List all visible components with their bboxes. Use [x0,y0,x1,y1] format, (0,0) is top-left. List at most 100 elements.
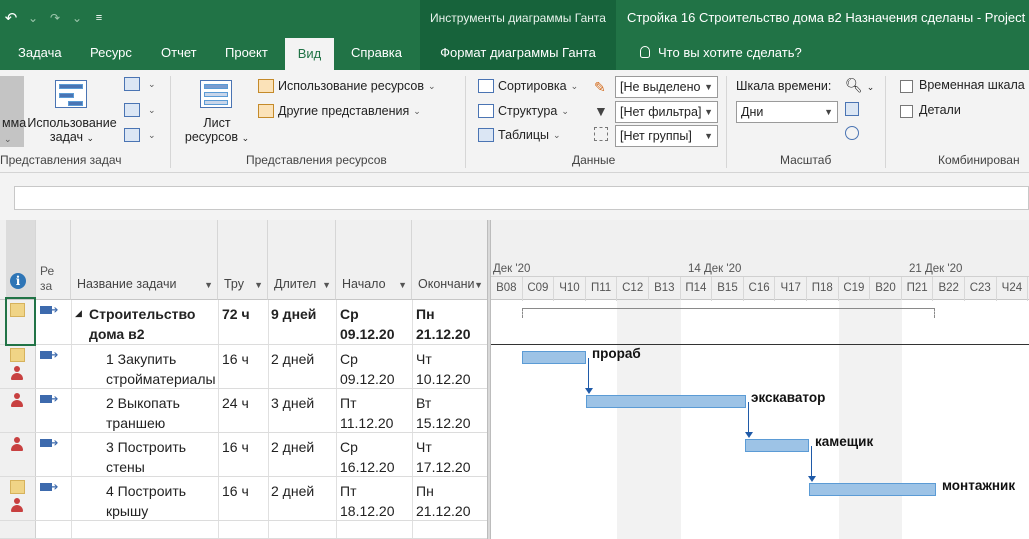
resource-usage-button[interactable]: Использование ресурсов ⌄ [258,79,436,93]
dependency-link[interactable] [748,402,749,434]
finish-cell[interactable]: Чт 17.12.20 [416,437,486,477]
timescale-label: Шкала времени: [736,79,832,93]
task-bar[interactable] [586,395,746,408]
tab-view[interactable]: Вид [285,38,334,70]
duration-cell[interactable]: 2 дней [271,437,335,457]
timescale: Дек '20 14 Дек '20 21 Дек '20 В08 С09 Ч10 П… [491,220,1029,301]
work-cell[interactable]: 16 ч [222,349,266,369]
filter-dropdown-icon[interactable]: ▼ [254,280,263,290]
task-bar[interactable] [522,351,586,364]
filter-select[interactable]: [Нет фильтра] ▼ [615,101,718,123]
ribbon-separator [465,76,466,168]
tables-button[interactable]: Таблицы ⌄ [478,128,561,142]
info-icon: i [10,273,26,289]
timeline-checkbox[interactable] [900,80,913,93]
tab-task[interactable]: Задача [8,36,72,70]
column-header-work[interactable]: Тру ▼ [218,220,268,300]
task-name-cell[interactable]: 4 Построить крышу [106,481,218,521]
finish-cell[interactable]: Пн 21.12.20 [416,304,486,344]
summary-bar[interactable] [522,308,935,318]
tell-me-box[interactable]: Что вы хотите сделать? [630,36,812,70]
filter-dropdown-icon[interactable]: ▼ [474,280,483,290]
column-header-task-name[interactable]: Название задачи ▼ [71,220,218,300]
duration-cell[interactable]: 2 дней [271,349,335,369]
redo-icon[interactable]: ↷ [44,11,66,25]
dependency-link[interactable] [811,446,812,478]
filter-icon: ▼ [594,103,608,119]
group-select[interactable]: [Нет группы] ▼ [615,125,718,147]
column-header-task-mode[interactable]: Ре за [36,220,71,300]
table-row[interactable]: ➔ 1 Закупить стройматериалы 16 ч 2 дней С… [0,345,488,389]
undo-dropdown-icon[interactable]: ⌄ [22,11,44,25]
customize-qat-icon[interactable]: ≡ [88,12,110,24]
filter-dropdown-icon[interactable]: ▼ [398,280,407,290]
work-cell[interactable]: 16 ч [222,437,266,457]
table-row-summary[interactable]: ➔ ◢ Строительство дома в2 72 ч 9 дней Ср 0… [0,300,488,345]
work-cell[interactable]: 16 ч [222,481,266,501]
start-cell[interactable]: Пт 11.12.20 [340,393,410,433]
tab-report[interactable]: Отчет [151,36,207,70]
day-label: П18 [807,277,839,301]
day-label: В08 [491,277,523,301]
task-name-cell[interactable]: 3 Построить стены [106,437,218,477]
other-resource-views-button[interactable]: Другие представления ⌄ [258,104,421,118]
sort-button[interactable]: Сортировка ⌄ [478,79,578,93]
filter-dropdown-icon[interactable]: ▼ [204,280,213,290]
undo-icon[interactable]: ↶ [0,9,22,27]
task-name-cell[interactable]: 1 Закупить стройматериалы [106,349,218,389]
column-header-finish[interactable]: Окончани ▼ [412,220,488,300]
gantt-tools-context-label: Инструменты диаграммы Ганта [420,0,616,36]
task-name-cell[interactable]: Строительство дома в2 [89,304,218,344]
table-row[interactable]: ➔ 2 Выкопать траншею 24 ч 3 дней Пт 11.12.… [0,389,488,433]
filter-dropdown-icon[interactable]: ▼ [322,280,331,290]
summary-divider [491,344,1029,345]
entire-project-icon[interactable] [845,102,859,116]
zoom-icon[interactable]: 🔍︎ ⌄ [845,77,874,94]
collapse-icon[interactable]: ◢ [75,308,82,319]
finish-cell[interactable]: Чт 10.12.20 [416,349,486,389]
resource-sheet-button[interactable]: Лист ресурсов ⌄ [178,116,256,144]
redo-dropdown-icon[interactable]: ⌄ [66,11,88,25]
timescale-select[interactable]: Дни ▼ [736,101,838,123]
duration-cell[interactable]: 2 дней [271,481,335,501]
outline-button[interactable]: Структура ⌄ [478,104,569,118]
tab-help[interactable]: Справка [341,36,412,70]
tab-resource[interactable]: Ресурс [80,36,142,70]
day-label: Ч24 [997,277,1029,301]
tab-gantt-format[interactable]: Формат диаграммы Ганта [420,36,616,70]
start-cell[interactable]: Ср 09.12.20 [340,304,410,344]
task-usage-button[interactable]: Использование задач ⌄ [26,116,118,144]
start-cell[interactable]: Ср 16.12.20 [340,437,410,477]
selected-tasks-icon[interactable] [845,126,859,140]
dependency-link[interactable] [588,358,589,390]
task-name-cell[interactable]: 2 Выкопать траншею [106,393,218,433]
duration-cell[interactable]: 3 дней [271,393,335,413]
table-row[interactable]: ➔ 4 Построить крышу 16 ч 2 дней Пт 18.12.2… [0,477,488,521]
finish-cell[interactable]: Вт 15.12.20 [416,393,486,433]
tab-project[interactable]: Проект [215,36,278,70]
calendar-view-button[interactable]: ⌄ [124,77,156,91]
details-checkbox[interactable] [900,105,913,118]
task-bar[interactable] [745,439,809,452]
start-cell[interactable]: Ср 09.12.20 [340,349,410,389]
day-label: С12 [617,277,649,301]
duration-cell[interactable]: 9 дней [271,304,335,324]
work-cell[interactable]: 72 ч [222,304,266,324]
column-header-start[interactable]: Начало ▼ [336,220,412,300]
gantt-dropdown-icon[interactable]: ⌄ [4,134,12,145]
table-row-empty[interactable] [0,521,488,539]
column-header-duration[interactable]: Длител ▼ [268,220,336,300]
work-cell[interactable]: 24 ч [222,393,266,413]
highlight-select[interactable]: [Не выделено ▼ [615,76,718,98]
start-cell[interactable]: Пт 18.12.20 [340,481,410,521]
table-row[interactable]: ➔ 3 Построить стены 16 ч 2 дней Ср 16.12.2… [0,433,488,477]
gantt-chart-button-label[interactable]: мма [2,116,26,130]
entry-field[interactable] [14,186,1029,210]
task-bar[interactable] [809,483,936,496]
note-icon[interactable] [10,348,25,362]
network-diagram-button[interactable]: ⌄ [124,103,156,117]
auto-schedule-icon: ➔ [40,395,58,405]
finish-cell[interactable]: Пн 21.12.20 [416,481,486,521]
other-task-views-button[interactable]: ⌄ [124,128,156,142]
note-icon[interactable] [10,480,25,494]
